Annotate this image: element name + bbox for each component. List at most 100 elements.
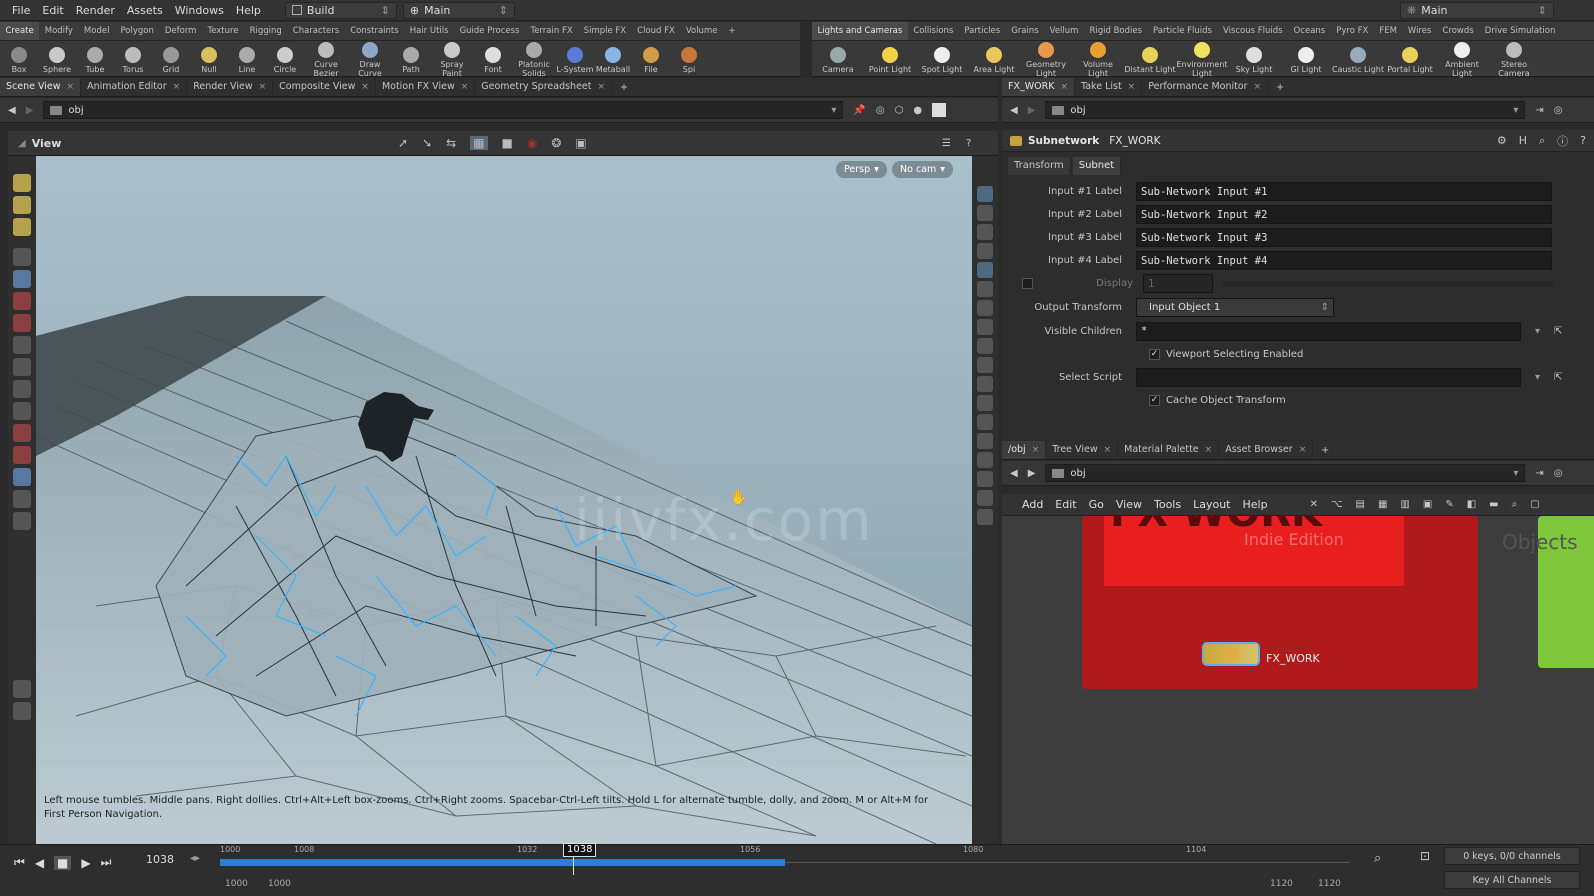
pointer-icon[interactable] xyxy=(13,248,31,266)
shelf-tab-collisions[interactable]: Collisions xyxy=(908,22,959,40)
net-menu-tools[interactable]: Tools xyxy=(1148,494,1187,515)
output-transform-select[interactable]: Input Object 1 ⇕ xyxy=(1136,297,1334,317)
desktop-selector[interactable]: Build ⇕ xyxy=(284,1,397,19)
back-icon[interactable]: ◀ xyxy=(1010,105,1018,116)
tool-ambient-light[interactable]: Ambient Light xyxy=(1436,39,1488,78)
display-icon[interactable] xyxy=(977,186,993,202)
tool-point-light[interactable]: Point Light xyxy=(864,44,916,74)
viewport-selecting-checkbox[interactable]: ✓ xyxy=(1149,348,1160,360)
orbit-icon[interactable] xyxy=(13,490,31,508)
select-arrow2-icon[interactable]: ➘ xyxy=(422,136,432,150)
close-tab-icon[interactable]: × xyxy=(1060,78,1068,96)
transform-icon[interactable]: ⇆ xyxy=(446,136,456,150)
tool-torus[interactable]: Torus xyxy=(114,44,152,74)
menu-help[interactable]: Help xyxy=(230,0,267,21)
network-box[interactable]: FX WORK Indie Edition Subnetwork FX_WORK xyxy=(1082,516,1478,689)
shelf-tab-constraints[interactable]: Constraints xyxy=(345,22,405,40)
shelf-tab-rigging[interactable]: Rigging xyxy=(244,22,287,40)
shelf-tab-modify[interactable]: Modify xyxy=(39,22,78,40)
tool-circle[interactable]: Circle xyxy=(266,44,304,74)
shelf-tab-polygon[interactable]: Polygon xyxy=(115,22,159,40)
close-tab-icon[interactable]: × xyxy=(1254,78,1262,96)
pencil-icon[interactable] xyxy=(13,680,31,698)
info-icon[interactable]: ⓘ xyxy=(1557,133,1568,149)
display-checkbox[interactable] xyxy=(1022,278,1033,289)
points-icon[interactable] xyxy=(977,281,993,297)
help-icon[interactable]: ? xyxy=(1580,134,1586,147)
tab-render-view[interactable]: Render View × xyxy=(187,78,274,96)
add-tab-icon[interactable]: + xyxy=(1313,445,1337,456)
net-menu-view[interactable]: View xyxy=(1110,494,1148,515)
tool-path[interactable]: Path xyxy=(392,44,430,74)
shelf-tab-lights-and-cameras[interactable]: Lights and Cameras xyxy=(812,22,908,40)
display-slider[interactable] xyxy=(1223,280,1553,287)
tab-tree-view[interactable]: Tree View × xyxy=(1046,441,1119,459)
param-path-field[interactable]: obj ▾ xyxy=(1045,101,1526,119)
network-canvas[interactable]: FX WORK Indie Edition Subnetwork FX_WORK… xyxy=(1002,516,1594,844)
close-tab-icon[interactable]: × xyxy=(461,78,469,96)
tab-material-palette[interactable]: Material Palette × xyxy=(1118,441,1220,459)
node-fx-work[interactable]: Subnetwork FX_WORK xyxy=(1202,642,1320,666)
gear-icon[interactable]: ⚙ xyxy=(1497,134,1507,147)
shelf-tab-hair-utils[interactable]: Hair Utils xyxy=(404,22,454,40)
add-tab-icon[interactable]: + xyxy=(1268,82,1292,93)
shelf-tab-deform[interactable]: Deform xyxy=(159,22,202,40)
input-3-field[interactable]: Sub-Network Input #3 xyxy=(1136,228,1552,247)
dropdown-icon[interactable]: ▾ xyxy=(1535,372,1540,383)
light-icon[interactable] xyxy=(13,702,31,720)
net-menu-go[interactable]: Go xyxy=(1083,494,1110,515)
table-icon[interactable]: ▥ xyxy=(1400,499,1409,510)
tool-l-system[interactable]: L-System xyxy=(556,44,594,74)
back-icon[interactable]: ◀ xyxy=(1010,468,1018,479)
h-icon[interactable]: H xyxy=(1519,134,1527,147)
tool-platonic-solids[interactable]: Platonic Solids xyxy=(512,39,556,78)
shelf-tab-oceans[interactable]: Oceans xyxy=(1288,22,1331,40)
tab-motion-fx-view[interactable]: Motion FX View × xyxy=(376,78,476,96)
play-icon[interactable]: ▶ xyxy=(81,856,90,870)
pose-icon[interactable] xyxy=(13,336,31,354)
network-path-field[interactable]: obj ▾ xyxy=(1045,464,1526,482)
tab-geometry-spreadsheet[interactable]: Geometry Spreadsheet × xyxy=(475,78,613,96)
shelf-tab-rigid-bodies[interactable]: Rigid Bodies xyxy=(1084,22,1148,40)
lock-icon[interactable] xyxy=(13,270,31,288)
grid-toggle-icon[interactable]: ▦ xyxy=(470,136,488,150)
snap-icon[interactable] xyxy=(13,446,31,464)
select-tool-icon[interactable] xyxy=(13,174,31,192)
ghost-icon[interactable] xyxy=(977,243,993,259)
template-icon[interactable] xyxy=(977,433,993,449)
shelf-tab-vellum[interactable]: Vellum xyxy=(1044,22,1084,40)
cube-icon[interactable]: ⬡ xyxy=(895,105,904,116)
numbers-icon[interactable] xyxy=(977,395,993,411)
back-icon[interactable]: ◀ xyxy=(8,105,16,116)
shelf-tab-simple-fx[interactable]: Simple FX xyxy=(578,22,631,40)
shelf-tab-pyro-fx[interactable]: Pyro FX xyxy=(1331,22,1374,40)
tab-performance-monitor[interactable]: Performance Monitor × xyxy=(1142,78,1269,96)
shelf-tab-cloud-fx[interactable]: Cloud FX xyxy=(632,22,681,40)
net-menu-edit[interactable]: Edit xyxy=(1049,494,1082,515)
input-2-field[interactable]: Sub-Network Input #2 xyxy=(1136,205,1552,224)
keyframe-icon[interactable]: ⊡ xyxy=(1420,849,1430,863)
dot-icon[interactable]: ● xyxy=(913,105,922,116)
forward-icon[interactable]: ▶ xyxy=(1028,105,1036,116)
file-chooser-icon[interactable]: ⇱ xyxy=(1554,372,1562,383)
pin-icon[interactable]: ⇥ xyxy=(1535,105,1543,116)
tool-spray-paint[interactable]: Spray Paint xyxy=(430,39,474,78)
tool-metaball[interactable]: Metaball xyxy=(594,44,632,74)
shelf-tab-grains[interactable]: Grains xyxy=(1006,22,1044,40)
tool-box[interactable]: Box xyxy=(0,44,38,74)
magnet-icon[interactable] xyxy=(13,424,31,442)
tool-area-light[interactable]: Area Light xyxy=(968,44,1020,74)
layout-icon[interactable] xyxy=(932,103,947,117)
measure-icon[interactable] xyxy=(13,402,31,420)
tab-asset-browser[interactable]: Asset Browser × xyxy=(1219,441,1314,459)
tab-take-list[interactable]: Take List × xyxy=(1075,78,1143,96)
image-icon[interactable]: ▣ xyxy=(1423,499,1432,510)
last-frame-icon[interactable]: ⏭ xyxy=(101,855,112,870)
pin-icon[interactable]: 📌 xyxy=(853,105,865,116)
select-script-field[interactable] xyxy=(1136,367,1521,387)
square-icon[interactable]: ■ xyxy=(502,136,513,150)
right-desktop-selector[interactable]: ❋ Main ⇕ xyxy=(1400,1,1554,19)
wireframe-icon[interactable] xyxy=(977,262,993,278)
select-icon[interactable]: ⇱ xyxy=(1554,326,1562,337)
close-tab-icon[interactable]: × xyxy=(361,78,369,96)
